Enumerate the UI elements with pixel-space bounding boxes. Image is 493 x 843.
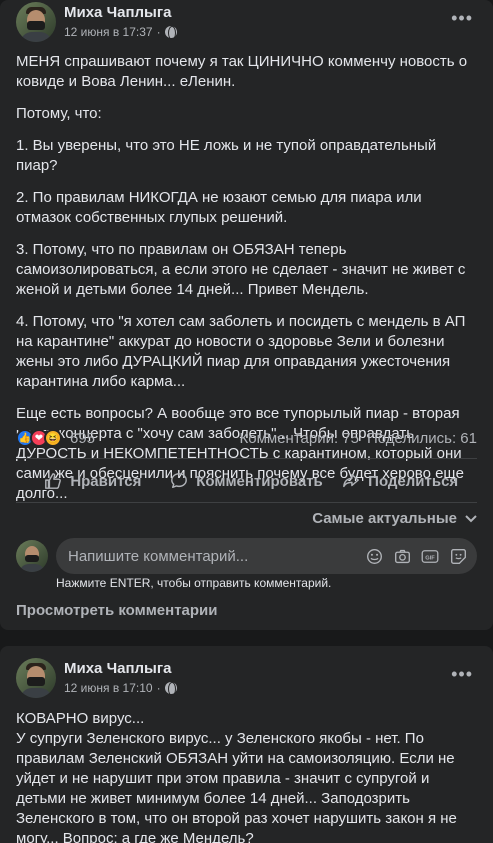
divider <box>16 458 477 459</box>
comments-count[interactable]: Комментарии: 75 <box>240 430 360 447</box>
post-paragraph: МЕНЯ спрашивают почему я так ЦИНИЧНО ком… <box>16 53 468 90</box>
share-icon <box>343 473 360 488</box>
post-paragraph: 3. Потому, что по правилам он ОБЯЗАН теп… <box>16 241 466 298</box>
chevron-down-icon <box>465 514 477 522</box>
author-avatar[interactable] <box>16 658 56 698</box>
more-options-icon[interactable]: ••• <box>451 664 473 685</box>
comment-sort-dropdown[interactable]: Самые актуальные <box>312 510 477 527</box>
camera-icon[interactable] <box>393 547 411 565</box>
comment-composer: GIF <box>16 538 477 574</box>
post-meta: 12 июня в 17:10 · <box>64 681 177 696</box>
sort-label: Самые актуальные <box>312 510 457 527</box>
author-name[interactable]: Миха Чаплыга <box>64 660 171 677</box>
haha-reaction-icon[interactable]: 😆 <box>44 429 62 447</box>
post-header: Миха Чаплыга 12 июня в 17:37 · ••• <box>16 0 477 48</box>
gif-icon[interactable]: GIF <box>421 547 439 565</box>
post-paragraph: КОВАРНО вирус... <box>16 710 145 727</box>
share-label: Поделиться <box>368 472 459 490</box>
post-paragraph: У супруги Зеленского вирус... у Зеленско… <box>16 730 457 843</box>
comment-button[interactable]: Комментировать <box>170 466 324 496</box>
reactions-bar: 👍 ❤ 😆 695 Комментарии: 75 Поделились: 61 <box>16 428 477 448</box>
comment-input[interactable] <box>68 547 368 565</box>
post-actions: Нравится Комментировать Поделиться <box>16 466 477 496</box>
comment-label: Комментировать <box>196 472 323 490</box>
current-user-avatar[interactable] <box>16 540 48 572</box>
enter-hint: Нажмите ENTER, чтобы отправить комментар… <box>56 576 332 590</box>
sticker-icon[interactable] <box>449 547 467 565</box>
globe-icon <box>164 26 177 40</box>
like-button[interactable]: Нравится <box>16 466 170 496</box>
post-card: Миха Чаплыга 12 июня в 17:37 · ••• МЕНЯ … <box>0 0 493 630</box>
author-name[interactable]: Миха Чаплыга <box>64 4 171 21</box>
comment-icon <box>171 473 188 489</box>
divider <box>16 502 477 503</box>
comment-input-wrapper: GIF <box>56 538 477 574</box>
post-timestamp[interactable]: 12 июня в 17:37 <box>64 25 153 39</box>
globe-icon <box>164 682 177 696</box>
like-label: Нравится <box>70 472 142 490</box>
svg-text:GIF: GIF <box>425 555 435 561</box>
post-paragraph: 4. Потому, что "я хотел сам заболеть и п… <box>16 313 466 390</box>
post-header: Миха Чаплыга 12 июня в 17:10 · ••• <box>16 656 477 704</box>
view-comments-link[interactable]: Просмотреть комментарии <box>16 602 218 619</box>
thumbs-up-icon <box>45 473 62 489</box>
share-button[interactable]: Поделиться <box>323 466 477 496</box>
post-paragraph: 1. Вы уверены, что это НЕ ложь и не тупо… <box>16 137 437 174</box>
post-paragraph: Потому, что: <box>16 105 102 122</box>
post-text: КОВАРНО вирус... У супруги Зеленского ви… <box>16 709 477 843</box>
post-paragraph: 2. По правилам НИКОГДА не юзают семью дл… <box>16 189 422 226</box>
shares-count[interactable]: Поделились: 61 <box>367 430 477 447</box>
post-card: Миха Чаплыга 12 июня в 17:10 · ••• КОВАР… <box>0 646 493 843</box>
emoji-icon[interactable] <box>365 547 383 565</box>
post-meta: 12 июня в 17:37 · <box>64 25 177 40</box>
reactions-count[interactable]: 695 <box>70 430 95 447</box>
more-options-icon[interactable]: ••• <box>451 8 473 29</box>
post-timestamp[interactable]: 12 июня в 17:10 <box>64 681 153 695</box>
author-avatar[interactable] <box>16 2 56 42</box>
